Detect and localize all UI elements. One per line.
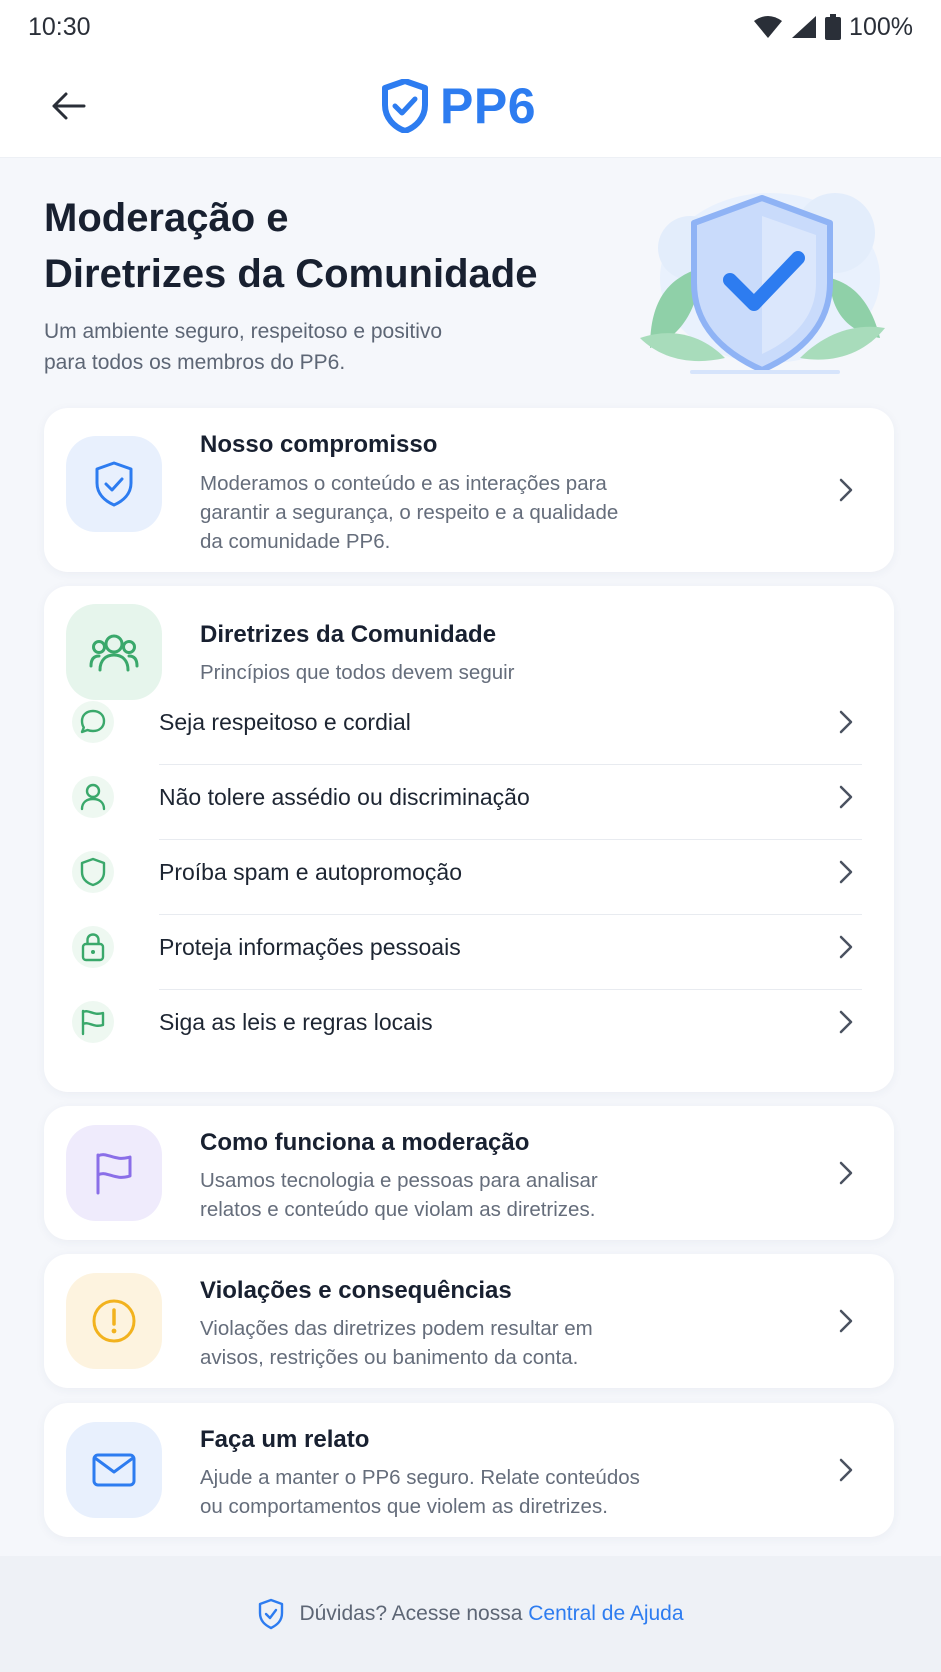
page-subtitle-line-1: Um ambiente seguro, respeitoso e positiv… (44, 320, 443, 343)
chevron-right-icon (834, 1010, 858, 1034)
violations-desc-line-1: Violações das diretrizes podem resultar … (200, 1317, 593, 1340)
commitment-desc-line-3: da comunidade PP6. (200, 530, 391, 553)
shield-illustration (640, 193, 885, 374)
guideline-label: Proíba spam e autopromoção (159, 859, 463, 885)
moderation-card[interactable]: Como funciona a moderação Usamos tecnolo… (44, 1106, 894, 1240)
guidelines-card: Diretrizes da Comunidade Princípios que … (44, 586, 894, 1092)
status-indicators: 100% (753, 13, 913, 42)
page-title: Moderação e Diretrizes da Comunidade (44, 190, 604, 302)
signal-icon (792, 16, 817, 38)
commitment-card[interactable]: Nosso compromisso Moderamos o conteúdo e… (44, 408, 894, 572)
footer-text: Dúvidas? Acesse nossa Central de Ajuda (299, 1602, 683, 1626)
chevron-right-icon (834, 935, 858, 959)
violations-card[interactable]: Violações e consequências Violações das … (44, 1254, 894, 1388)
users-icon (89, 634, 139, 672)
commitment-title: Nosso compromisso (200, 431, 438, 458)
moderation-desc-line-2: relatos e conteúdo que violam as diretri… (200, 1198, 596, 1221)
arrow-left-icon (52, 92, 86, 120)
shield-check-icon (95, 461, 133, 507)
guidelines-title: Diretrizes da Comunidade (200, 621, 497, 648)
guideline-item-harassment[interactable]: Não tolere assédio ou discriminação (44, 765, 894, 840)
report-card[interactable]: Faça um relato Ajude a manter o PP6 segu… (44, 1403, 894, 1537)
chevron-right-icon (834, 1458, 858, 1482)
guideline-item-spam[interactable]: Proíba spam e autopromoção (44, 840, 894, 915)
chevron-right-icon (834, 1309, 858, 1333)
violations-icon-tile (66, 1273, 162, 1369)
chevron-right-icon (834, 1161, 858, 1185)
report-title: Faça um relato (200, 1426, 370, 1453)
guideline-item-privacy[interactable]: Proteja informações pessoais (44, 915, 894, 990)
help-footer: Dúvidas? Acesse nossa Central de Ajuda (0, 1556, 941, 1672)
shield-check-logo-icon (382, 79, 428, 133)
violations-description: Violações das diretrizes podem resultar … (200, 1314, 680, 1372)
moderation-icon-tile (66, 1125, 162, 1221)
battery-icon (825, 14, 842, 40)
page-subtitle: Um ambiente seguro, respeitoso e positiv… (44, 316, 544, 378)
footer-question: Dúvidas? Acesse nossa (299, 1602, 523, 1625)
page-title-line-2: Diretrizes da Comunidade (44, 252, 538, 296)
guidelines-subtitle: Princípios que todos devem seguir (200, 661, 515, 684)
lock-icon (72, 926, 114, 968)
guideline-label: Seja respeitoso e cordial (159, 709, 411, 735)
chevron-right-icon (834, 710, 858, 734)
guideline-item-laws[interactable]: Siga as leis e regras locais (44, 990, 894, 1065)
commitment-desc-line-1: Moderamos o conteúdo e as interações par… (200, 472, 607, 495)
flag-icon (96, 1153, 132, 1195)
guideline-label: Não tolere assédio ou discriminação (159, 784, 530, 810)
guideline-label: Siga as leis e regras locais (159, 1009, 433, 1035)
moderation-description: Usamos tecnologia e pessoas para analisa… (200, 1166, 680, 1224)
brand-logo: PP6 (382, 74, 536, 138)
guideline-label: Proteja informações pessoais (159, 934, 461, 960)
report-desc-line-2: ou comportamentos que violem as diretriz… (200, 1495, 608, 1518)
page-title-line-1: Moderação e (44, 196, 289, 240)
violations-desc-line-2: avisos, restrições ou banimento da conta… (200, 1346, 579, 1369)
guideline-item-respect[interactable]: Seja respeitoso e cordial (44, 690, 894, 765)
shield-icon (72, 851, 114, 893)
wifi-icon (754, 16, 783, 38)
guidelines-icon-tile (66, 604, 162, 700)
report-icon-tile (66, 1422, 162, 1518)
help-center-link[interactable]: Central de Ajuda (528, 1602, 683, 1625)
envelope-icon (92, 1453, 136, 1487)
shield-check-icon (259, 1598, 284, 1630)
status-bar: 10:30 100% (0, 0, 941, 54)
report-desc-line-1: Ajude a manter o PP6 seguro. Relate cont… (200, 1466, 640, 1489)
chevron-right-icon (834, 785, 858, 809)
moderation-title: Como funciona a moderação (200, 1129, 530, 1156)
violations-title: Violações e consequências (200, 1277, 512, 1304)
commitment-icon-tile (66, 436, 162, 532)
commitment-description: Moderamos o conteúdo e as interações par… (200, 469, 680, 556)
brand-name: PP6 (440, 78, 537, 134)
moderation-desc-line-1: Usamos tecnologia e pessoas para analisa… (200, 1169, 598, 1192)
commitment-desc-line-2: garantir a segurança, o respeito e a qua… (200, 501, 619, 524)
chevron-right-icon (834, 478, 858, 502)
alert-circle-icon (92, 1299, 136, 1343)
chat-bubble-icon (72, 701, 114, 743)
app-bar: PP6 (0, 54, 941, 158)
chevron-right-icon (834, 860, 858, 884)
flag-icon (72, 1001, 114, 1043)
report-description: Ajude a manter o PP6 seguro. Relate cont… (200, 1463, 700, 1521)
battery-level: 100% (849, 12, 913, 41)
page-subtitle-line-2: para todos os membros do PP6. (44, 351, 346, 374)
status-time: 10:30 (28, 12, 91, 41)
user-icon (72, 776, 114, 818)
back-button[interactable] (40, 82, 96, 130)
